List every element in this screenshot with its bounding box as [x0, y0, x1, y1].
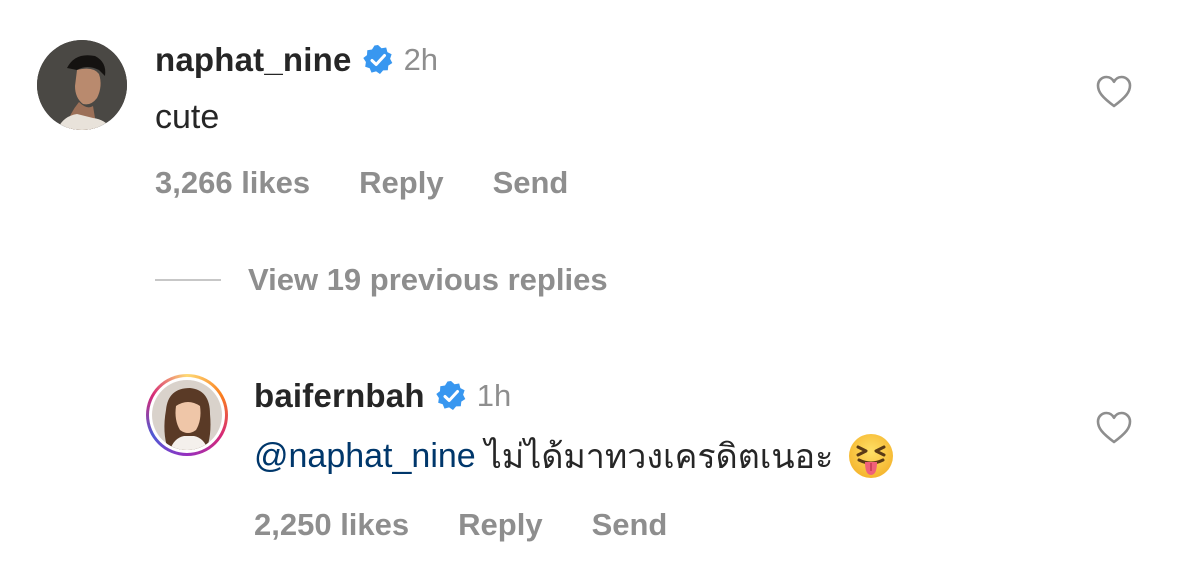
view-previous-replies[interactable]: View 19 previous replies [155, 262, 608, 298]
avatar[interactable] [152, 380, 222, 450]
comment-text: ไม่ได้มาทวงเครดิตเนอะ [484, 438, 834, 476]
comment-timestamp: 2h [403, 42, 439, 77]
view-replies-label[interactable]: View 19 previous replies [248, 262, 608, 298]
verified-badge-icon [362, 44, 394, 76]
squinting-face-with-tongue-icon [847, 432, 895, 480]
send-button[interactable]: Send [592, 507, 668, 543]
mention-link[interactable]: @naphat_nine [254, 437, 476, 476]
reply-button[interactable]: Reply [458, 507, 542, 543]
comment-username[interactable]: naphat_nine [155, 41, 352, 79]
likes-count[interactable]: 3,266 likes [155, 165, 310, 201]
comment-text: cute [155, 97, 220, 136]
likes-count[interactable]: 2,250 likes [254, 507, 409, 543]
avatar-story-ring[interactable] [146, 374, 228, 456]
comment-timestamp: 1h [476, 378, 512, 413]
avatar[interactable] [37, 40, 127, 130]
heart-outline-icon[interactable] [1096, 411, 1132, 445]
heart-outline-icon[interactable] [1096, 75, 1132, 109]
divider [155, 279, 221, 281]
reply-button[interactable]: Reply [359, 165, 443, 201]
send-button[interactable]: Send [493, 165, 569, 201]
verified-badge-icon [435, 380, 467, 412]
comment-username[interactable]: baifernbah [254, 377, 425, 415]
